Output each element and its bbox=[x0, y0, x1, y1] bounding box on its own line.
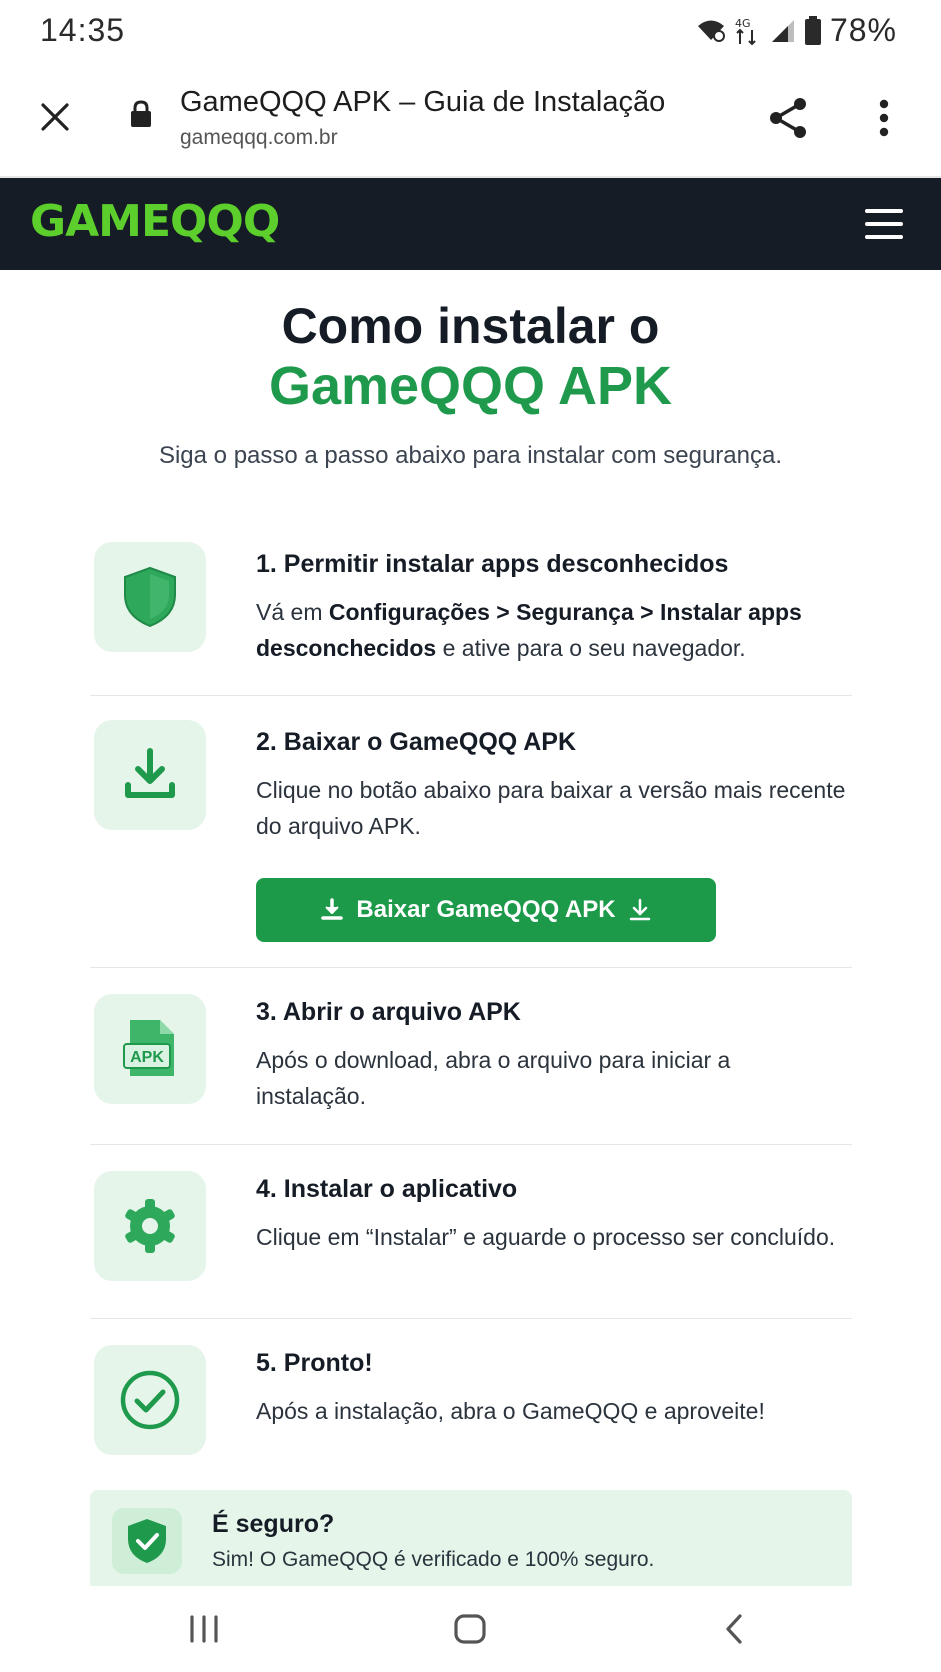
home-button[interactable] bbox=[442, 1604, 498, 1654]
share-icon bbox=[770, 98, 806, 138]
signal-icon bbox=[771, 19, 794, 42]
hamburger-line bbox=[865, 209, 903, 213]
gear-icon bbox=[94, 1171, 206, 1281]
lock-icon bbox=[130, 100, 152, 133]
steps-list: 1. Permitir instalar apps desconhecidos … bbox=[90, 538, 852, 1489]
hero-title-highlight: GameQQQ APK bbox=[268, 356, 673, 416]
home-icon bbox=[454, 1614, 486, 1644]
battery-icon bbox=[804, 15, 821, 45]
step-2: 2. Baixar o GameQQQ APK Clique no botão … bbox=[90, 696, 852, 968]
shield-icon bbox=[94, 542, 206, 652]
network-icon: 4G bbox=[735, 17, 756, 45]
shield-check-icon bbox=[112, 1508, 182, 1574]
share-button[interactable] bbox=[762, 92, 814, 144]
apk-file-icon: APK bbox=[94, 994, 206, 1104]
close-icon bbox=[41, 103, 69, 131]
step-5-description: Após a instalação, abra o GameQQQ e apro… bbox=[256, 1398, 765, 1424]
check-circle-icon bbox=[94, 1345, 206, 1455]
status-time: 14:35 bbox=[40, 12, 126, 48]
safety-title: É seguro? bbox=[212, 1510, 335, 1538]
step-4: 4. Instalar o aplicativo Clique em “Inst… bbox=[90, 1145, 852, 1319]
hero-title: Como instalar o bbox=[281, 298, 660, 354]
browser-toolbar: GameQQQ APK – Guia de Instalação gameqqq… bbox=[0, 62, 941, 178]
step-4-title: 4. Instalar o aplicativo bbox=[256, 1175, 518, 1203]
step-1: 1. Permitir instalar apps desconhecidos … bbox=[90, 538, 852, 696]
safety-notice: É seguro? Sim! O GameQQQ é verificado e … bbox=[90, 1490, 852, 1586]
site-header: GAMEQQQ bbox=[0, 178, 941, 270]
download-button-label: Baixar GameQQQ APK bbox=[356, 896, 616, 923]
download-apk-button[interactable]: Baixar GameQQQ APK bbox=[256, 878, 716, 942]
download-icon bbox=[94, 720, 206, 830]
page-title: GameQQQ APK – Guia de Instalação bbox=[180, 86, 666, 118]
download-icon bbox=[629, 898, 650, 921]
status-icons: 4G 78% bbox=[696, 12, 897, 49]
recent-apps-icon bbox=[190, 1615, 218, 1643]
hero-section: Como instalar o GameQQQ APK Siga o passo… bbox=[0, 296, 941, 470]
svg-text:4G: 4G bbox=[735, 17, 751, 30]
hamburger-line bbox=[865, 235, 903, 239]
close-button[interactable] bbox=[30, 92, 80, 142]
step-5: 5. Pronto! Após a instalação, abra o Gam… bbox=[90, 1319, 852, 1489]
battery-percentage: 78% bbox=[829, 12, 897, 48]
hero-subtitle: Siga o passo a passo abaixo para instala… bbox=[158, 442, 783, 469]
step-1-description: Vá em Configurações > Segurança > Instal… bbox=[256, 599, 802, 661]
settings-path: Configurações bbox=[328, 599, 490, 625]
download-icon bbox=[321, 898, 344, 920]
status-bar: 14:35 4G 78% bbox=[0, 0, 941, 62]
back-button[interactable] bbox=[706, 1604, 762, 1654]
step-1-title: 1. Permitir instalar apps desconhecidos bbox=[256, 550, 729, 578]
step-2-title: 2. Baixar o GameQQQ APK bbox=[256, 728, 577, 756]
step-3: APK 3. Abrir o arquivo APK Após o downlo… bbox=[90, 968, 852, 1145]
back-icon bbox=[726, 1614, 742, 1644]
system-navigation-bar bbox=[0, 1586, 941, 1672]
step-5-title: 5. Pronto! bbox=[256, 1349, 373, 1377]
overflow-menu-button[interactable] bbox=[862, 92, 906, 144]
site-logo[interactable]: GAMEQQQ bbox=[30, 196, 280, 247]
wifi-icon bbox=[697, 20, 725, 42]
svg-text:APK: APK bbox=[130, 1049, 164, 1066]
step-3-title: 3. Abrir o arquivo APK bbox=[256, 998, 521, 1026]
safety-description: Sim! O GameQQQ é verificado e 100% segur… bbox=[212, 1548, 655, 1571]
more-vertical-icon bbox=[879, 99, 889, 137]
hamburger-menu-button[interactable] bbox=[865, 206, 903, 242]
recent-apps-button[interactable] bbox=[176, 1604, 232, 1654]
page-url[interactable]: gameqqq.com.br bbox=[180, 126, 338, 150]
step-4-description: Clique em “Instalar” e aguarde o process… bbox=[256, 1224, 836, 1250]
step-3-description: Após o download, abra o arquivo para ini… bbox=[256, 1047, 731, 1109]
hamburger-line bbox=[865, 222, 903, 226]
step-2-description: Clique no botão abaixo para baixar a ver… bbox=[256, 777, 846, 839]
